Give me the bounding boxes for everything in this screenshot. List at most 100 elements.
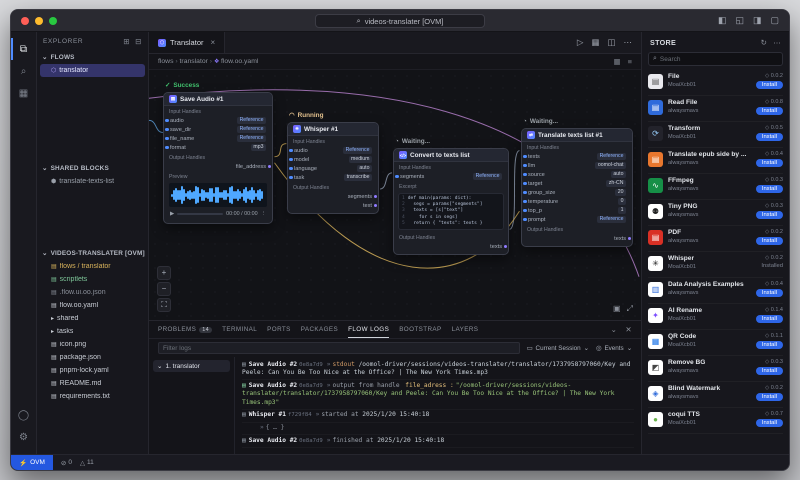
store-search-input[interactable] <box>659 55 778 63</box>
fullscreen-icon[interactable]: ⤢ <box>627 304 633 314</box>
section-videos-translater-ovm-[interactable]: ⌄ VIDEOS-TRANSLATER [OVM] <box>37 246 148 260</box>
store-item-coqui-tts[interactable]: ● coqui TTS MoaiXcb01 ◇ 0.0.7 Install <box>648 408 783 434</box>
value-pill[interactable]: auto <box>356 165 372 172</box>
panel-chevron-down-icon[interactable]: ⌄ <box>611 325 618 334</box>
session-select[interactable]: ▭ Current Session ⌄ <box>527 345 589 352</box>
node-translate-texts-list-1[interactable]: ◔ Waiting... ⇄ Translate texts list #1 Input… <box>521 116 633 247</box>
layout-secondary-icon[interactable]: ◨ <box>753 15 762 26</box>
breadcrumb-item[interactable]: flow.oo.yaml <box>221 58 258 65</box>
zoom-out-button[interactable]: − <box>157 282 171 296</box>
value-pill[interactable]: 1 <box>618 207 626 214</box>
minimap-toggle-icon[interactable]: ▦ <box>614 57 621 66</box>
maximize-window-button[interactable] <box>49 16 57 25</box>
in-handle[interactable] <box>165 136 169 141</box>
log-row[interactable]: ▤ Save Audio #2 0e8a7d9» finished at 2025/1… <box>242 435 634 448</box>
tree-item-translate-texts-list[interactable]: ⬢ translate-texts-list <box>40 175 145 188</box>
zoom-fit-button[interactable]: ⛶ <box>157 298 171 312</box>
logs-tree-item-translator[interactable]: ⌄ 1. translator <box>153 360 230 372</box>
in-handle[interactable] <box>165 118 169 123</box>
panel-tab-layers[interactable]: LAYERS <box>452 321 479 338</box>
layout-panel-icon[interactable]: ◱ <box>735 15 744 26</box>
in-handle[interactable] <box>523 172 527 177</box>
install-button[interactable]: Install <box>755 133 783 141</box>
node-title[interactable]: ✳ Whisper #1 <box>288 123 378 136</box>
value-pill[interactable]: Reference <box>343 147 372 154</box>
outline-icon[interactable]: ≡ <box>628 57 632 66</box>
in-handle[interactable] <box>523 217 527 222</box>
remote-indicator[interactable]: ⚡ OVM <box>11 455 53 470</box>
install-button[interactable]: Install <box>755 341 783 349</box>
panel-close-icon[interactable]: ✕ <box>625 325 632 334</box>
in-handle[interactable] <box>523 181 527 186</box>
seek-bar[interactable] <box>177 212 224 215</box>
log-row[interactable]: ▤ Whisper #1 f729f84» started at 2025/1/20 … <box>242 410 634 423</box>
tree-item-flows-translator[interactable]: ▤ flows / translator <box>40 260 145 273</box>
store-item-read-file[interactable]: ▤ Read File alwaysmavs ◇ 0.0.8 Install <box>648 96 783 122</box>
tree-item-pnpm-lock-yaml[interactable]: ▤ pnpm-lock.yaml <box>40 364 145 377</box>
store-item-file[interactable]: ▤ File MoaiXcb01 ◇ 0.0.2 Install <box>648 70 783 96</box>
store-item-data-analysis-examples[interactable]: ▥ Data Analysis Examples alwaysmavs ◇ 0.0.4… <box>648 278 783 304</box>
more-actions-icon[interactable]: ⋯ <box>624 37 633 48</box>
split-editor-icon[interactable]: ◫ <box>607 37 615 48</box>
panel-tab-flow-logs[interactable]: FLOW LOGS <box>348 321 389 338</box>
collapse-all-icon[interactable]: ⊟ <box>135 37 142 46</box>
install-button[interactable]: Install <box>755 315 783 323</box>
tree-item-shared[interactable]: ▸ shared <box>40 312 145 325</box>
install-button[interactable]: Install <box>755 393 783 401</box>
store-item-transform[interactable]: ⟳ Transform MoaiXcb01 ◇ 0.0.5 Install <box>648 122 783 148</box>
minimap-icon[interactable]: ▣ <box>613 304 621 314</box>
store-item-tiny-png[interactable]: ⚉ Tiny PNG alwaysmavs ◇ 0.0.3 Install <box>648 200 783 226</box>
value-pill[interactable]: medium <box>348 156 372 163</box>
store-item-pdf[interactable]: ▤ PDF alwaysmavs ◇ 0.0.2 Install <box>648 226 783 252</box>
player-menu-icon[interactable]: ⋮ <box>261 211 266 217</box>
in-handle[interactable] <box>165 145 169 150</box>
section-shared-blocks[interactable]: ⌄ SHARED BLOCKS <box>37 161 148 175</box>
store-box-icon[interactable]: ▦ <box>11 82 37 104</box>
close-window-button[interactable] <box>21 16 29 25</box>
in-handle[interactable] <box>289 166 293 171</box>
tree-item-icon-png[interactable]: ▤ icon.png <box>40 338 145 351</box>
value-pill[interactable]: oomol-chat <box>595 162 626 169</box>
error-count[interactable]: ⊘ 0 <box>61 459 72 467</box>
in-handle[interactable] <box>289 157 293 162</box>
store-item-translate-epub-side-by-[interactable]: ▤ Translate epub side by ... alwaysmavs ◇ 0… <box>648 148 783 174</box>
in-handle[interactable] <box>395 174 399 179</box>
command-center[interactable]: ⌕ videos-translater [OVM] <box>315 14 485 28</box>
install-button[interactable]: Install <box>755 81 783 89</box>
value-pill[interactable]: Reference <box>237 126 266 133</box>
events-select[interactable]: ◎ Events ⌄ <box>596 345 632 352</box>
explorer-icon[interactable]: ⧉ <box>11 38 37 60</box>
in-handle[interactable] <box>523 190 527 195</box>
panel-tab-packages[interactable]: PACKAGES <box>301 321 338 338</box>
log-row[interactable]: ▤ Save Audio #2 0e8a7d9» output from handle… <box>242 380 634 410</box>
play-button[interactable]: ▶ <box>170 211 174 217</box>
tree-item-tasks[interactable]: ▸ tasks <box>40 325 145 338</box>
warning-count[interactable]: △ 11 <box>80 459 94 467</box>
node-title[interactable]: </> Convert to texts list <box>394 149 508 162</box>
settings-gear-icon[interactable]: ⚙ <box>11 426 37 448</box>
minimize-window-button[interactable] <box>35 16 43 25</box>
layout-sidebar-icon[interactable]: ◧ <box>718 15 727 26</box>
in-handle[interactable] <box>523 154 527 159</box>
value-pill[interactable]: transcribe <box>344 174 372 181</box>
install-button[interactable]: Install <box>755 185 783 193</box>
value-pill[interactable]: Reference <box>237 135 266 142</box>
value-pill[interactable]: Reference <box>597 153 626 160</box>
zoom-in-button[interactable]: + <box>157 266 171 280</box>
out-handle[interactable] <box>373 203 377 208</box>
filter-logs-input[interactable] <box>158 342 520 354</box>
flow-canvas[interactable]: + − ⛶ ▣ ⤢ ✓ Success ▤ Save Audio #1 Input Handl… <box>149 70 641 320</box>
value-pill[interactable]: 20 <box>615 189 626 196</box>
panel-tab-bootstrap[interactable]: BOOTSTRAP <box>399 321 441 338</box>
panel-tab-terminal[interactable]: TERMINAL <box>222 321 257 338</box>
install-button[interactable]: Install <box>755 419 783 427</box>
install-button[interactable]: Install <box>755 107 783 115</box>
section-flows[interactable]: ⌄ FLOWS <box>37 50 148 64</box>
account-icon[interactable]: ◯ <box>11 404 37 426</box>
value-pill[interactable]: Reference <box>597 216 626 223</box>
customize-layout-icon[interactable]: ▢ <box>770 15 779 26</box>
out-handle[interactable] <box>627 236 631 241</box>
in-handle[interactable] <box>523 208 527 213</box>
node-convert-to-texts-list[interactable]: ◔ Waiting... </> Convert to texts list Input… <box>393 136 509 256</box>
run-flow-icon[interactable]: ▷ <box>577 37 584 48</box>
